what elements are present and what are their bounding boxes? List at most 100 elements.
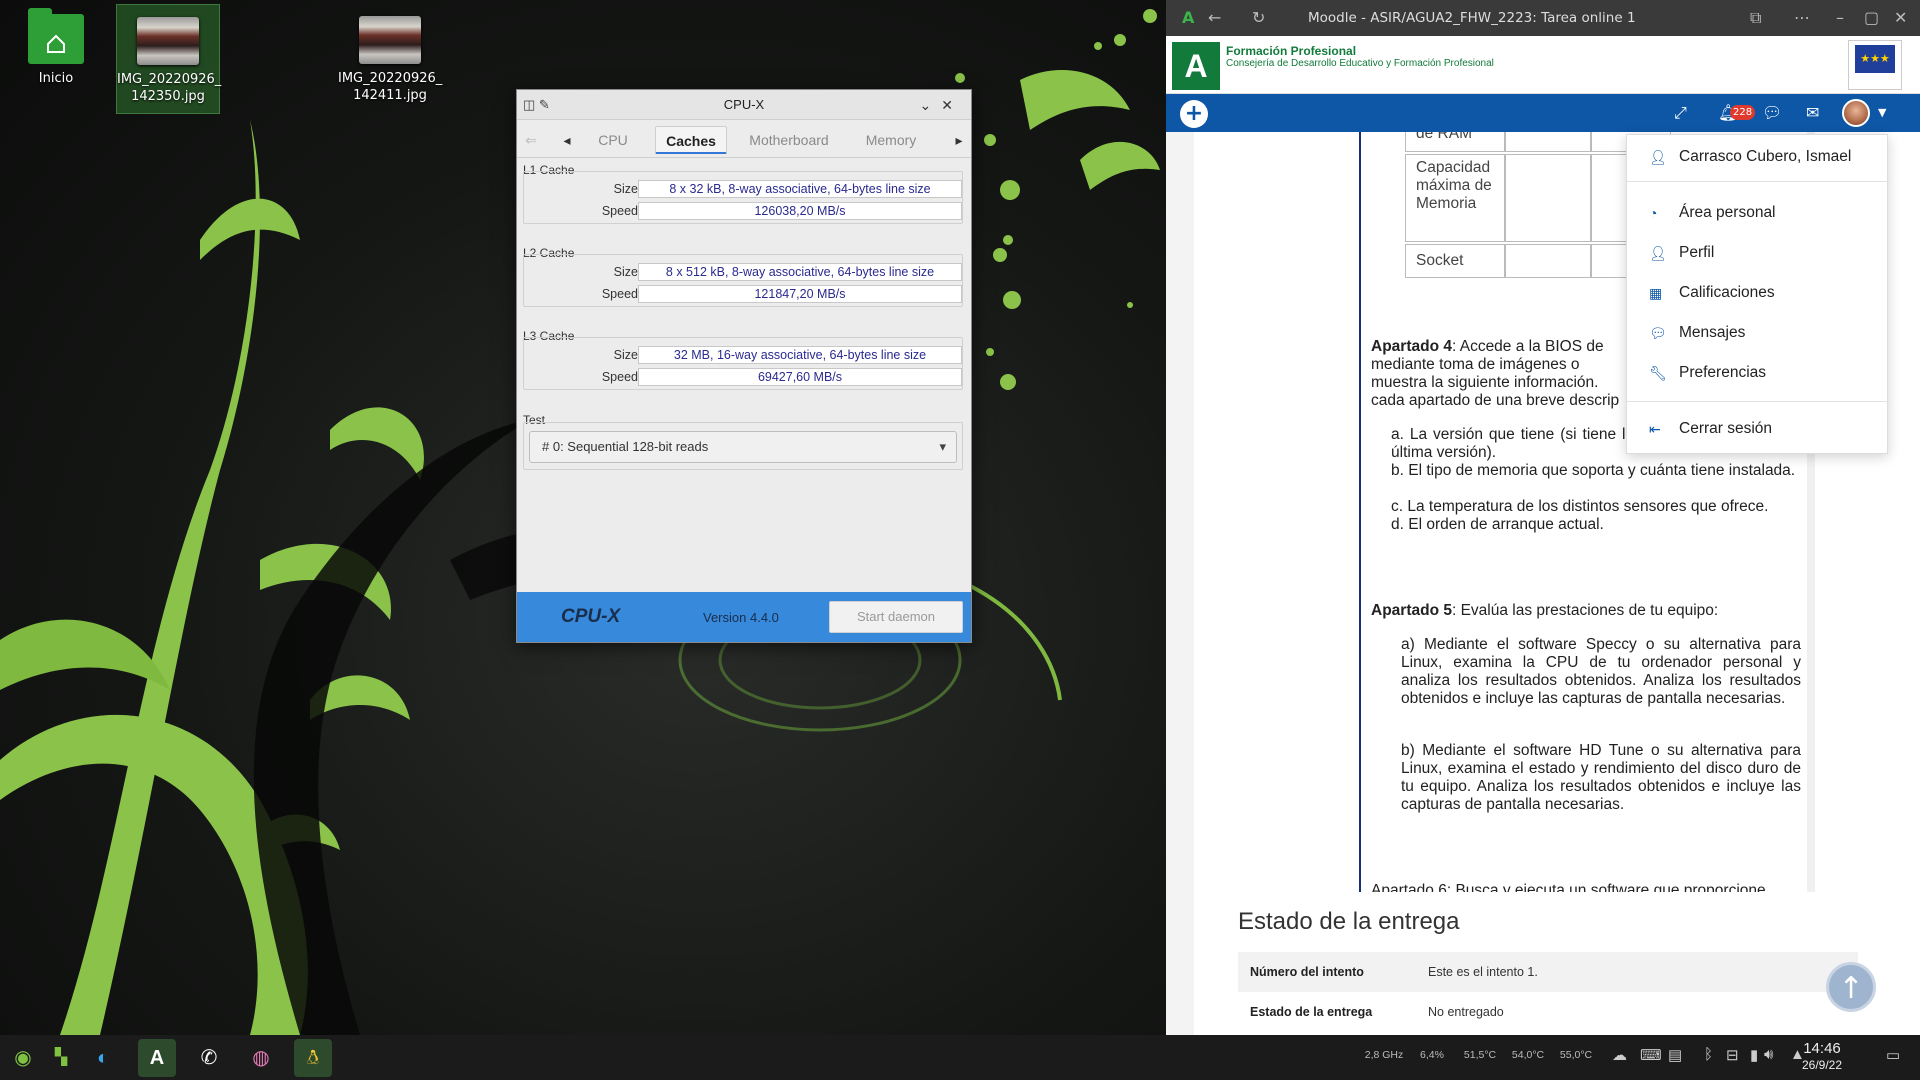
menu-item-logout[interactable]: ⇤ Cerrar sesión bbox=[1627, 413, 1889, 445]
whatsapp-icon[interactable]: ✆ bbox=[190, 1039, 228, 1077]
clock-time: 14:46 bbox=[1803, 1040, 1841, 1057]
menu-item-label: Carrasco Cubero, Ismael bbox=[1679, 148, 1852, 165]
menu-item-label: Preferencias bbox=[1679, 364, 1767, 381]
submission-title: Estado de la entrega bbox=[1238, 908, 1460, 935]
desktop: Inicio IMG_20220926_ 142350.jpg IMG_2022… bbox=[0, 0, 1166, 1035]
clipboard-icon[interactable]: ▤ bbox=[1668, 1046, 1682, 1064]
tab-cpu[interactable]: CPU bbox=[583, 126, 643, 154]
network-icon[interactable]: ⊟ bbox=[1726, 1046, 1739, 1064]
cpux-brand: CPU-X bbox=[561, 606, 621, 627]
table-cell-text: Socket bbox=[1416, 252, 1464, 269]
browser-titlebar[interactable]: A ← ↻ Moodle - ASIR/AGUA2_FHW_2223: Tare… bbox=[1166, 0, 1920, 36]
junta-logo-icon[interactable]: A bbox=[1172, 42, 1220, 90]
close-icon[interactable]: ✕ bbox=[941, 97, 963, 113]
minimize-icon[interactable]: ⌄ bbox=[920, 97, 942, 113]
menu-dots-icon[interactable]: ⋯ bbox=[1794, 0, 1810, 36]
size-label: Size bbox=[613, 265, 638, 279]
bluetooth-icon[interactable]: ᛒ bbox=[1704, 1046, 1713, 1063]
menu-item-area-personal[interactable]: ◔ Área personal bbox=[1627, 197, 1889, 229]
paragraph: b) Mediante el software HD Tune o su alt… bbox=[1401, 742, 1801, 813]
messenger-icon[interactable]: ◍ bbox=[242, 1039, 280, 1077]
desktop-icon-image-1[interactable]: IMG_20220926_ 142350.jpg bbox=[116, 4, 222, 114]
tab-motherboard[interactable]: Motherboard bbox=[739, 126, 839, 154]
paragraph: Apartado 6: Busca y ejecuta un software … bbox=[1371, 882, 1766, 892]
moodle-app-icon[interactable]: A bbox=[138, 1039, 176, 1077]
apartado-4-item-c: c. La temperatura de los distintos senso… bbox=[1391, 498, 1817, 516]
table-icon: ▦ bbox=[1649, 285, 1663, 301]
table-cell bbox=[1505, 132, 1591, 152]
eu-logo: ★★★ bbox=[1848, 40, 1902, 90]
app-logo-icon: A bbox=[1182, 8, 1195, 27]
chat-icon[interactable]: 💬︎ bbox=[1762, 94, 1782, 132]
row-key: Estado de la entrega bbox=[1250, 1005, 1373, 1019]
eu-flag-icon: ★★★ bbox=[1855, 45, 1895, 73]
table-cell bbox=[1505, 154, 1591, 242]
menu-item-label: Cerrar sesión bbox=[1679, 420, 1773, 437]
volume-icon[interactable]: 🔊︎ bbox=[1764, 1046, 1773, 1063]
edge-browser-icon[interactable]: ◐ bbox=[84, 1039, 122, 1077]
avatar[interactable] bbox=[1842, 99, 1870, 127]
desktop-icon-inicio[interactable]: Inicio bbox=[20, 8, 92, 96]
submission-row: Número del intento Este es el intento 1. bbox=[1238, 952, 1858, 992]
menu-item-mensajes[interactable]: 💬︎ Mensajes bbox=[1627, 317, 1889, 349]
sensor-temp-3: 55,0°C bbox=[1559, 1049, 1593, 1061]
cloud-icon[interactable]: ☁ bbox=[1612, 1046, 1627, 1064]
desktop-icon-image-2[interactable]: IMG_20220926_ 142411.jpg bbox=[338, 4, 442, 114]
row-value: No entregado bbox=[1428, 1005, 1504, 1019]
tab-next-icon[interactable]: ▸ bbox=[953, 126, 965, 154]
list-item: c. La temperatura de los distintos senso… bbox=[1391, 498, 1769, 515]
fullscreen-icon[interactable]: ⤢ bbox=[1674, 94, 1687, 132]
site-header: A Formación Profesional Consejería de De… bbox=[1166, 36, 1920, 94]
scroll-to-top-button[interactable]: ↑ bbox=[1826, 962, 1876, 1012]
install-icon[interactable]: ⧉ bbox=[1750, 0, 1761, 36]
apartado-5: Apartado 5: Evalúa las prestaciones de t… bbox=[1371, 602, 1817, 620]
l3-speed-value: 69427,60 MB/s bbox=[638, 368, 962, 386]
desktop-icon-label: Inicio bbox=[38, 71, 74, 86]
l2-speed-value: 121847,20 MB/s bbox=[638, 285, 962, 303]
test-select-value: # 0: Sequential 128-bit reads bbox=[542, 439, 709, 454]
menu-item-perfil[interactable]: 👤︎ Perfil bbox=[1627, 237, 1889, 269]
chevron-down-icon[interactable]: ▼ bbox=[1878, 94, 1886, 132]
desktop-icon-label: IMG_20220926_ 142350.jpg bbox=[117, 72, 222, 104]
add-button[interactable]: + bbox=[1180, 100, 1208, 128]
tab-memory[interactable]: Memory bbox=[851, 126, 931, 154]
sensor-temp-2: 54,0°C bbox=[1511, 1049, 1545, 1061]
l1-speed-row: Speed 126038,20 MB/s bbox=[524, 202, 964, 220]
cpux-version: Version 4.4.0 bbox=[703, 610, 779, 625]
header-subtitle: Consejería de Desarrollo Educativo y For… bbox=[1226, 58, 1494, 69]
test-select[interactable]: # 0: Sequential 128-bit reads ▾ bbox=[529, 431, 957, 463]
tab-prev-icon[interactable]: ◂ bbox=[561, 126, 573, 154]
show-desktop-icon[interactable]: ▭ bbox=[1886, 1046, 1900, 1064]
cpux-titlebar[interactable]: ◫ ✎ CPU-X ⌄✕ bbox=[517, 90, 971, 120]
reload-icon[interactable]: ↻ bbox=[1252, 0, 1265, 36]
image-thumbnail-icon bbox=[359, 16, 421, 64]
size-label: Size bbox=[613, 348, 638, 362]
speed-label: Speed bbox=[601, 287, 638, 301]
menu-item-calificaciones[interactable]: ▦ Calificaciones bbox=[1627, 277, 1889, 309]
table-cell bbox=[1505, 244, 1591, 278]
back-icon[interactable]: ← bbox=[1208, 0, 1221, 36]
clock[interactable]: 14:46 26/9/22 bbox=[1786, 1041, 1858, 1073]
tab-scroll-left-icon[interactable]: ⇐ bbox=[521, 126, 541, 154]
app-launcher-icon[interactable]: ◉ bbox=[4, 1039, 42, 1077]
l3-size-value: 32 MB, 16-way associative, 64-bytes line… bbox=[638, 346, 962, 364]
cpux-taskbar-icon[interactable]: 🐧︎ bbox=[294, 1039, 332, 1077]
start-daemon-button[interactable]: Start daemon bbox=[829, 601, 963, 633]
menu-item-preferencias[interactable]: 🔧︎ Preferencias bbox=[1627, 357, 1889, 389]
user-menu-name[interactable]: 👤︎ Carrasco Cubero, Ismael bbox=[1627, 141, 1889, 173]
desktop-pager-icon[interactable]: ▚ bbox=[42, 1039, 80, 1077]
maximize-icon[interactable]: ▢ bbox=[1864, 0, 1879, 36]
l3-cache-group: Size 32 MB, 16-way associative, 64-bytes… bbox=[523, 337, 963, 390]
cpux-window: ◫ ✎ CPU-X ⌄✕ ⇐ ◂ CPU Caches Motherboard … bbox=[516, 89, 972, 643]
minimize-icon[interactable]: – bbox=[1836, 0, 1844, 36]
battery-icon[interactable]: ▮ bbox=[1750, 1046, 1758, 1064]
l2-cache-group: Size 8 x 512 kB, 8-way associative, 64-b… bbox=[523, 254, 963, 307]
menu-item-label: Perfil bbox=[1679, 244, 1715, 261]
l1-size-row: Size 8 x 32 kB, 8-way associative, 64-by… bbox=[524, 180, 964, 198]
tab-caches[interactable]: Caches bbox=[655, 126, 727, 154]
mail-icon[interactable]: ✉ bbox=[1806, 94, 1819, 132]
table-cell-text: Capacidad máxima de Memoria bbox=[1416, 159, 1492, 212]
table-cell: Socket bbox=[1405, 244, 1505, 278]
terminal-icon[interactable]: ⌨ bbox=[1640, 1046, 1662, 1064]
close-icon[interactable]: ✕ bbox=[1894, 0, 1907, 36]
